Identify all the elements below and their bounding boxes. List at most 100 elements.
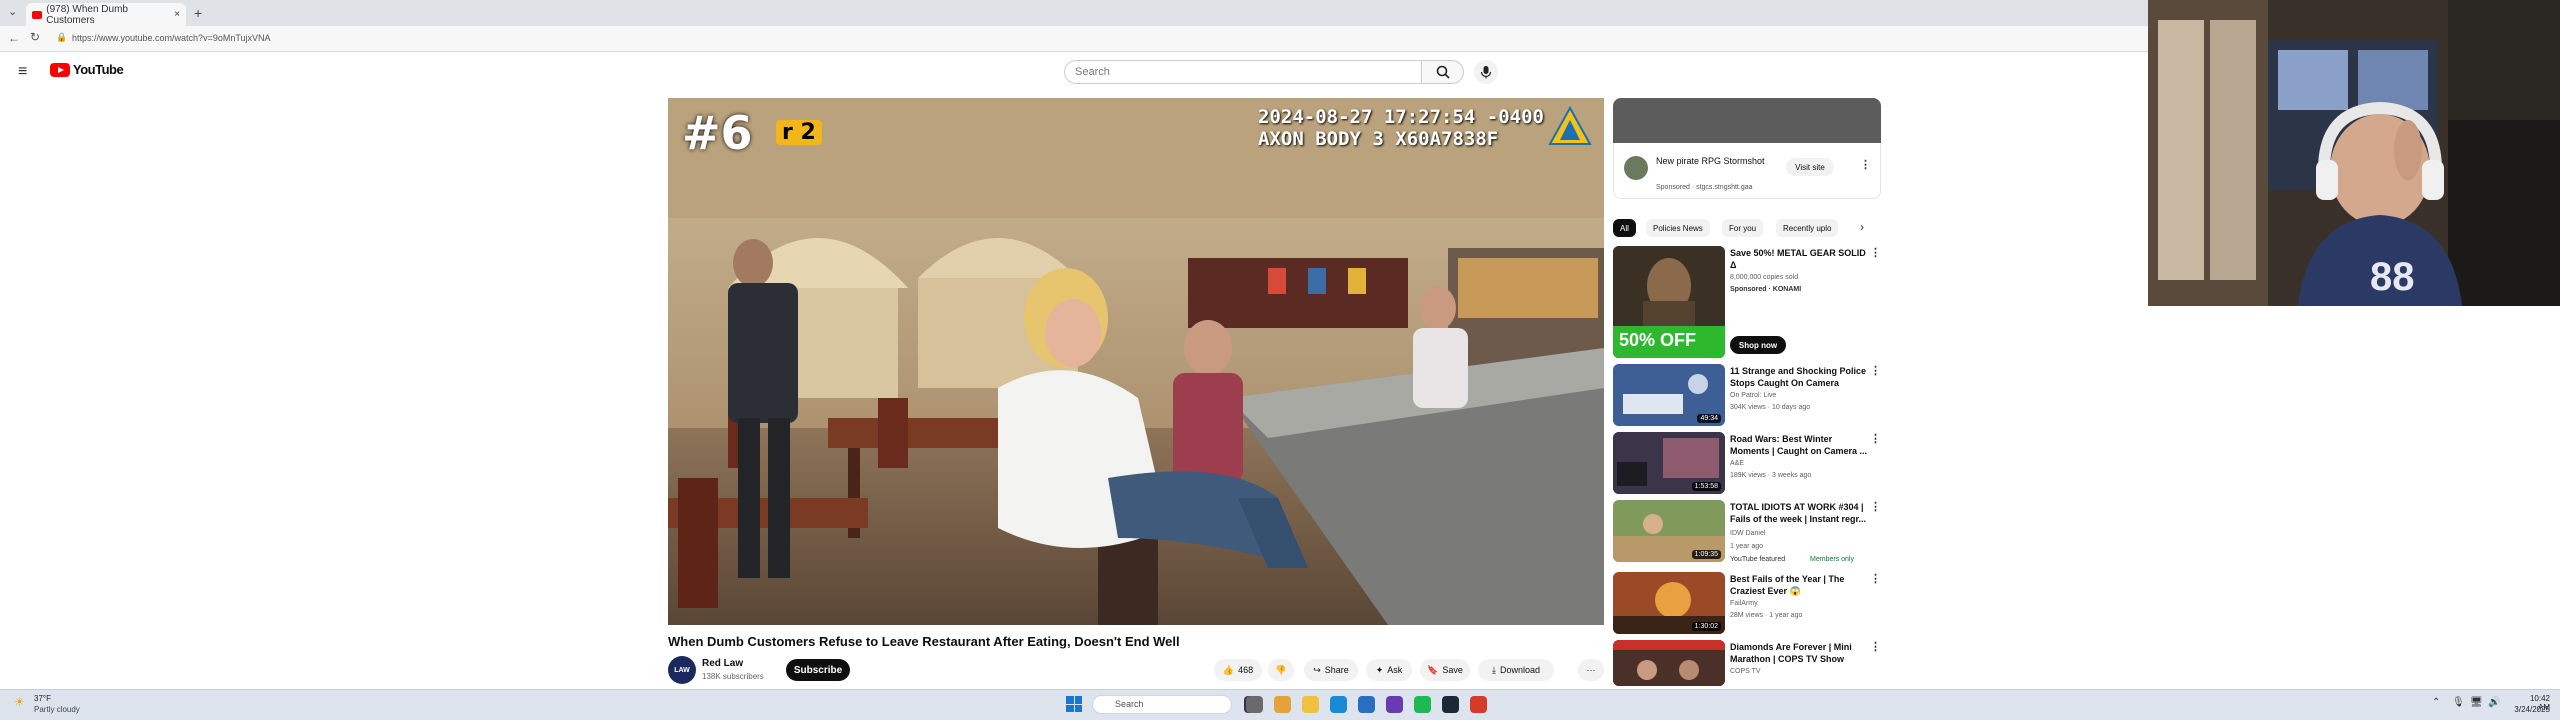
- rec-menu-icon-0[interactable]: ⋮: [1870, 246, 1881, 259]
- task-view-icon[interactable]: [1246, 696, 1263, 713]
- file-explorer-icon[interactable]: [1302, 696, 1319, 713]
- rec-title-2[interactable]: Road Wars: Best Winter Moments | Caught …: [1730, 433, 1870, 457]
- rec-title-0[interactable]: Save 50%! METAL GEAR SOLID Δ: [1730, 247, 1870, 271]
- share-label: Share: [1324, 665, 1349, 675]
- tab-menu-icon[interactable]: ⌄: [8, 5, 17, 18]
- rec-menu-icon-4[interactable]: ⋮: [1870, 572, 1881, 585]
- search-button[interactable]: [1422, 60, 1464, 84]
- visit-site-button[interactable]: Visit site: [1786, 158, 1834, 176]
- rec-meta-3: 1 year ago: [1730, 543, 1764, 550]
- lock-icon[interactable]: 🔒: [56, 32, 67, 43]
- weather-description[interactable]: Partly cloudy: [34, 705, 80, 714]
- rec-channel-5[interactable]: COPS TV: [1730, 668, 1761, 675]
- rec-menu-icon-3[interactable]: ⋮: [1870, 500, 1881, 513]
- video-player[interactable]: #6 r 2 2024-08-27 17:27:54 -0400 AXON BO…: [668, 98, 1604, 625]
- steam-app-icon[interactable]: [1442, 696, 1459, 713]
- channel-avatar[interactable]: LAW: [668, 656, 696, 684]
- reload-icon[interactable]: ↻: [30, 30, 40, 44]
- rec-thumbnail-art-5: [1613, 640, 1725, 686]
- chevron-right-icon[interactable]: ›: [1860, 220, 1864, 234]
- spotify-app-icon[interactable]: [1414, 696, 1431, 713]
- save-button[interactable]: 🔖 Save: [1420, 659, 1470, 681]
- ask-button[interactable]: ✦ Ask: [1366, 659, 1412, 681]
- rec-menu-icon-5[interactable]: ⋮: [1870, 640, 1881, 653]
- like-button[interactable]: 👍 468: [1214, 659, 1262, 681]
- weather-sun-icon[interactable]: ☀: [14, 695, 25, 709]
- chip-policies-news[interactable]: Policies News: [1646, 219, 1710, 237]
- ask-label: Ask: [1387, 665, 1403, 675]
- rec-sponsor-0: Sponsored · KONAMI: [1730, 286, 1802, 293]
- rec-thumbnail-3[interactable]: 1:09:35: [1613, 500, 1725, 562]
- subscriber-count: 138K subscribers: [702, 672, 764, 681]
- address-bar: ← ↻ 🔒 https://www.youtube.com/watch?v=9o…: [0, 26, 2148, 52]
- ad-banner[interactable]: [1613, 98, 1881, 143]
- chrome-app-icon[interactable]: [1470, 696, 1487, 713]
- taskbar-search-input[interactable]: Search: [1092, 695, 1232, 714]
- share-button[interactable]: ↪ Share: [1304, 659, 1358, 681]
- rec-meta-1: 304K views · 10 days ago: [1730, 404, 1811, 411]
- browser-tab-bar: ⌄ (978) When Dumb Customers × +: [0, 0, 2148, 26]
- thumbs-up-icon: 👍: [1222, 664, 1235, 675]
- rec-menu-icon-1[interactable]: ⋮: [1870, 364, 1881, 377]
- download-button[interactable]: ⤓ Download: [1478, 659, 1554, 681]
- youtube-favicon-icon: [32, 10, 43, 19]
- edge-browser-icon[interactable]: [1330, 696, 1347, 713]
- dislike-button[interactable]: 👎: [1268, 659, 1294, 681]
- overlay-part-label: r 2: [776, 120, 822, 145]
- back-icon[interactable]: ←: [8, 31, 20, 45]
- rec-thumbnail-1[interactable]: 49:34: [1613, 364, 1725, 426]
- rec-title-4[interactable]: Best Fails of the Year | The Craziest Ev…: [1730, 573, 1870, 597]
- rec-channel-1[interactable]: On Patrol: Live: [1730, 392, 1776, 399]
- like-count: 468: [1238, 665, 1254, 675]
- more-actions-button[interactable]: ···: [1578, 659, 1604, 681]
- rec-channel-4[interactable]: FailArmy: [1730, 600, 1758, 607]
- rec-meta-4: 28M views · 1 year ago: [1730, 612, 1803, 619]
- rec-thumbnail-ad[interactable]: 50% OFF: [1613, 246, 1725, 358]
- chip-all[interactable]: All: [1613, 219, 1636, 237]
- share-icon: ↪: [1313, 664, 1321, 675]
- browser-tab[interactable]: (978) When Dumb Customers ×: [26, 3, 186, 26]
- video-title: When Dumb Customers Refuse to Leave Rest…: [668, 634, 1180, 649]
- rec-thumbnail-4[interactable]: 1:30:02: [1613, 572, 1725, 634]
- start-button[interactable]: [1066, 696, 1082, 712]
- youtube-logo[interactable]: YouTube: [50, 62, 124, 77]
- search-input[interactable]: Search: [1064, 60, 1422, 84]
- rec-menu-icon-2[interactable]: ⋮: [1870, 432, 1881, 445]
- ad-menu-icon[interactable]: ⋮: [1860, 158, 1871, 171]
- photos-app-icon[interactable]: [1274, 696, 1291, 713]
- rec-title-3[interactable]: TOTAL IDIOTS AT WORK #304 | Fails of the…: [1730, 501, 1870, 525]
- bodycam-timestamp: 2024-08-27 17:27:54 -0400: [1258, 106, 1544, 128]
- rec-thumbnail-5[interactable]: [1613, 640, 1725, 686]
- tray-chevron-icon[interactable]: ⌃: [2432, 697, 2440, 708]
- url-field[interactable]: https://www.youtube.com/watch?v=9oMnTujx…: [72, 33, 271, 43]
- new-tab-button[interactable]: +: [194, 5, 202, 21]
- voice-search-button[interactable]: [1474, 60, 1498, 84]
- rec-subtitle-0: 8,000,000 copies sold: [1730, 274, 1799, 281]
- rec-thumbnail-2[interactable]: 1:53:58: [1613, 432, 1725, 494]
- shop-now-button[interactable]: Shop now: [1730, 336, 1786, 354]
- chip-for-you[interactable]: For you: [1722, 219, 1764, 237]
- subscribe-button[interactable]: Subscribe: [786, 659, 850, 681]
- channel-name[interactable]: Red Law: [702, 658, 743, 669]
- rec-title-1[interactable]: 11 Strange and Shocking Police Stops Cau…: [1730, 365, 1870, 389]
- clock-date[interactable]: 3/24/2025: [2506, 705, 2550, 714]
- microphone-tray-icon[interactable]: 🎙: [2452, 697, 2465, 708]
- discord-app-icon[interactable]: [1386, 696, 1403, 713]
- ad-title[interactable]: New pirate RPG Stormshot: [1656, 155, 1766, 167]
- network-icon[interactable]: 🖥: [2470, 697, 2483, 708]
- weather-temperature[interactable]: 37°F: [34, 694, 51, 703]
- rec-channel-2[interactable]: A&E: [1730, 460, 1744, 467]
- hamburger-menu-icon[interactable]: ≡: [18, 63, 27, 81]
- tab-close-icon[interactable]: ×: [174, 9, 180, 20]
- microphone-icon: [1480, 66, 1492, 79]
- download-icon: ⤓: [1491, 664, 1496, 675]
- overlay-rank-text: #6: [682, 106, 753, 160]
- outlook-app-icon[interactable]: [1358, 696, 1375, 713]
- webcam-frame: 88: [2148, 0, 2560, 306]
- thumbs-down-icon: 👎: [1275, 664, 1287, 675]
- volume-icon[interactable]: 🔊: [2488, 697, 2500, 708]
- rec-channel-3[interactable]: IDW Daniel: [1730, 530, 1765, 537]
- rec-title-5[interactable]: Diamonds Are Forever | Mini Marathon | C…: [1730, 641, 1870, 665]
- chip-recently-uploaded[interactable]: Recently uplo: [1776, 219, 1839, 237]
- webcam-overlay: 88: [2148, 0, 2560, 306]
